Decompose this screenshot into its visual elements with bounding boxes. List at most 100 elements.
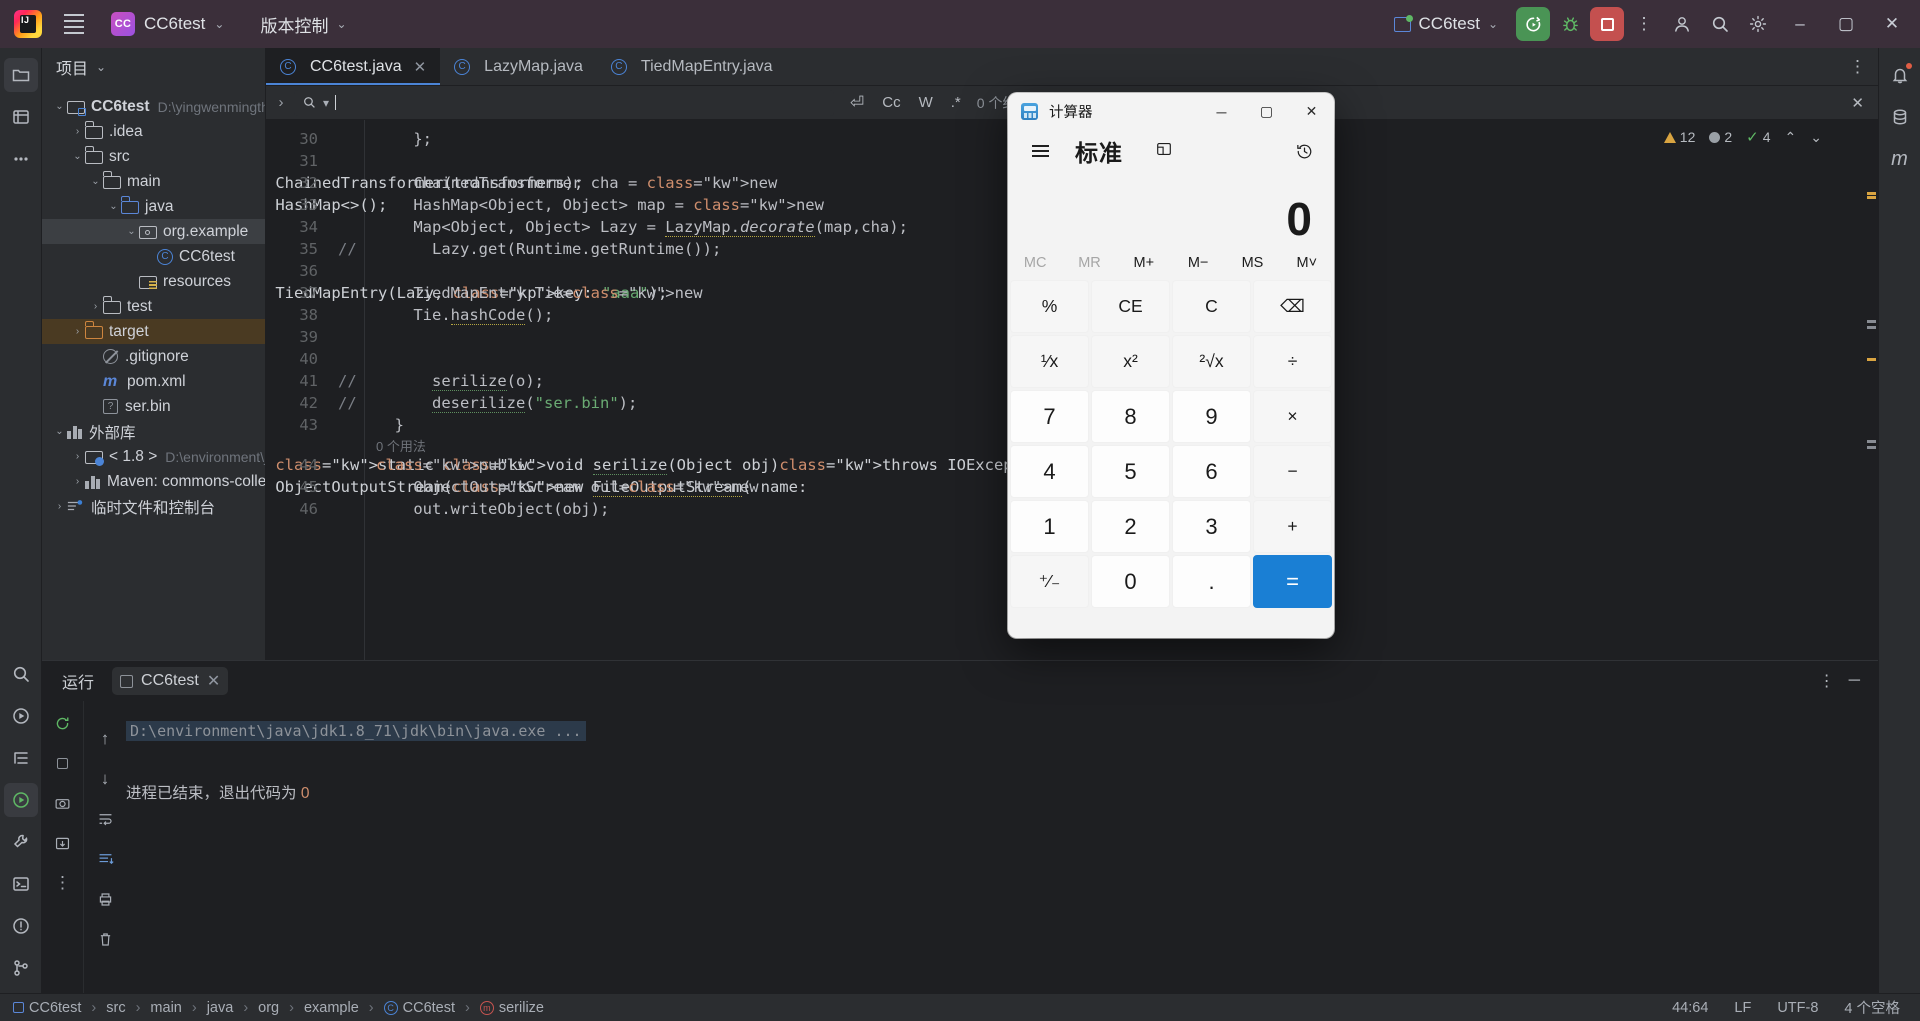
file-encoding[interactable]: UTF-8: [1777, 1000, 1818, 1016]
window-maximize-button[interactable]: ▢: [1824, 1, 1868, 47]
memory-button-m−[interactable]: M−: [1171, 246, 1225, 280]
calculator-window[interactable]: 计算器 ─ ▢ ✕ 标准 0 MC MR M+ M− MS M˅ % CE C …: [1008, 93, 1334, 638]
search-icon[interactable]: [1702, 6, 1738, 42]
calc-key-square[interactable]: x²: [1091, 335, 1170, 388]
tree-node[interactable]: ⌄ main: [42, 169, 265, 194]
more-vertical-icon[interactable]: ⋮: [49, 869, 77, 897]
breadcrumb-item[interactable]: C CC6test: [381, 998, 458, 1018]
search-everywhere-icon[interactable]: [4, 657, 38, 691]
chevron-right-icon[interactable]: ›: [70, 451, 85, 462]
database-icon[interactable]: [1883, 100, 1917, 134]
breadcrumb-item[interactable]: CC6test: [10, 998, 84, 1018]
match-case-toggle[interactable]: Cc: [882, 94, 900, 111]
more-vertical-icon[interactable]: ⋮: [1819, 671, 1835, 691]
regex-toggle[interactable]: .*: [951, 94, 961, 111]
run-configuration-selector[interactable]: CC6test ⌄: [1384, 9, 1508, 39]
calc-key-backspace[interactable]: ⌫: [1253, 280, 1332, 333]
export-icon[interactable]: [49, 829, 77, 857]
rerun-icon[interactable]: [49, 709, 77, 737]
history-icon[interactable]: [1288, 135, 1320, 167]
close-find-icon[interactable]: ✕: [1837, 94, 1878, 112]
calc-key-decimal[interactable]: .: [1172, 555, 1251, 608]
memory-button-ms[interactable]: MS: [1225, 246, 1279, 280]
calc-key-subtract[interactable]: −: [1253, 445, 1332, 498]
account-icon[interactable]: [1664, 6, 1700, 42]
editor-tab[interactable]: C CC6test.java ✕: [266, 48, 441, 85]
chevron-down-icon[interactable]: ⌄: [124, 226, 139, 237]
git-branch-icon[interactable]: [4, 951, 38, 985]
tree-node[interactable]: resources: [42, 269, 265, 294]
tree-node[interactable]: › Maven: commons-collecti: [42, 469, 265, 494]
calc-key-digit-1[interactable]: 1: [1010, 500, 1089, 553]
tree-node[interactable]: › target: [42, 319, 265, 344]
project-folder-icon[interactable]: [3, 58, 38, 92]
project-panel-header[interactable]: 项目 ⌄: [42, 48, 265, 86]
breadcrumb-item[interactable]: m serilize: [477, 998, 547, 1018]
run-panel-icon[interactable]: [4, 699, 38, 733]
stop-button[interactable]: [1590, 7, 1624, 41]
run-console-output[interactable]: D:\environment\java\jdk1.8_71\jdk\bin\ja…: [126, 707, 1878, 993]
build-icon[interactable]: [4, 825, 38, 859]
chevron-right-icon[interactable]: ›: [70, 326, 85, 337]
more-actions-icon[interactable]: ⋮: [1626, 6, 1662, 42]
calc-key-digit-0[interactable]: 0: [1091, 555, 1170, 608]
run-button[interactable]: [1516, 7, 1550, 41]
close-tab-icon[interactable]: ✕: [414, 58, 427, 76]
vcs-menu[interactable]: 版本控制 ⌄: [251, 7, 355, 42]
stop-icon[interactable]: [49, 749, 77, 777]
chevron-down-icon[interactable]: ⌄: [88, 176, 103, 187]
tree-node[interactable]: ⌄ src: [42, 144, 265, 169]
tree-node[interactable]: › test: [42, 294, 265, 319]
debug-button[interactable]: [1552, 6, 1588, 42]
more-dots-icon[interactable]: [4, 142, 38, 176]
calc-key-digit-4[interactable]: 4: [1010, 445, 1089, 498]
terminal-icon[interactable]: [4, 867, 38, 901]
warning-count[interactable]: 12: [1663, 129, 1695, 145]
tree-node[interactable]: › .idea: [42, 119, 265, 144]
calc-key-multiply[interactable]: ×: [1253, 390, 1332, 443]
calc-key-add[interactable]: +: [1253, 500, 1332, 553]
chevron-down-icon[interactable]: ⌄: [52, 426, 67, 437]
breadcrumb-item[interactable]: example: [301, 998, 362, 1018]
trash-icon[interactable]: [91, 925, 119, 953]
caret-position[interactable]: 44:64: [1672, 1000, 1708, 1016]
soft-wrap-icon[interactable]: [91, 805, 119, 833]
calc-key-clear[interactable]: C: [1172, 280, 1251, 333]
search-history-icon[interactable]: ▾: [323, 96, 329, 110]
chevron-right-icon[interactable]: ›: [88, 301, 103, 312]
close-icon[interactable]: ✕: [207, 671, 220, 691]
calculator-maximize-button[interactable]: ▢: [1244, 93, 1289, 130]
maven-m-icon[interactable]: m: [1883, 142, 1917, 176]
editor-tab[interactable]: C LazyMap.java: [440, 48, 597, 85]
editor-tab[interactable]: C TiedMapEntry.java: [597, 48, 787, 85]
main-menu-icon[interactable]: [56, 6, 92, 42]
breadcrumb-item[interactable]: java: [204, 998, 237, 1018]
project-selector[interactable]: CC CC6test ⌄: [102, 7, 233, 41]
line-separator[interactable]: LF: [1734, 1000, 1751, 1016]
calc-key-equals[interactable]: =: [1253, 555, 1332, 608]
calc-key-divide[interactable]: ÷: [1253, 335, 1332, 388]
calc-key-clear-entry[interactable]: CE: [1091, 280, 1170, 333]
notifications-bell-icon[interactable]: [1883, 58, 1917, 92]
calculator-close-button[interactable]: ✕: [1289, 93, 1334, 130]
chevron-down-icon[interactable]: ⌄: [1810, 129, 1822, 146]
commit-icon[interactable]: [4, 100, 38, 134]
structure-icon[interactable]: [4, 741, 38, 775]
gear-icon[interactable]: [1740, 6, 1776, 42]
calc-key-digit-3[interactable]: 3: [1172, 500, 1251, 553]
camera-icon[interactable]: [49, 789, 77, 817]
tree-node[interactable]: .gitignore: [42, 344, 265, 369]
calc-key-digit-8[interactable]: 8: [1091, 390, 1170, 443]
chevron-down-icon[interactable]: ⌄: [70, 151, 85, 162]
preserve-case-icon[interactable]: ⏎: [850, 93, 864, 113]
tree-node[interactable]: C CC6test: [42, 244, 265, 269]
ok-count[interactable]: ✓ 4: [1746, 128, 1770, 146]
tree-node[interactable]: › 临时文件和控制台: [42, 494, 265, 519]
expand-find-icon[interactable]: ›: [268, 94, 294, 111]
chevron-down-icon[interactable]: ⌄: [106, 201, 121, 212]
words-toggle[interactable]: W: [919, 94, 933, 111]
scroll-to-end-icon[interactable]: [91, 845, 119, 873]
memory-button-m+[interactable]: M+: [1117, 246, 1171, 280]
calc-key-digit-6[interactable]: 6: [1172, 445, 1251, 498]
tree-node[interactable]: ⌄ org.example: [42, 219, 265, 244]
